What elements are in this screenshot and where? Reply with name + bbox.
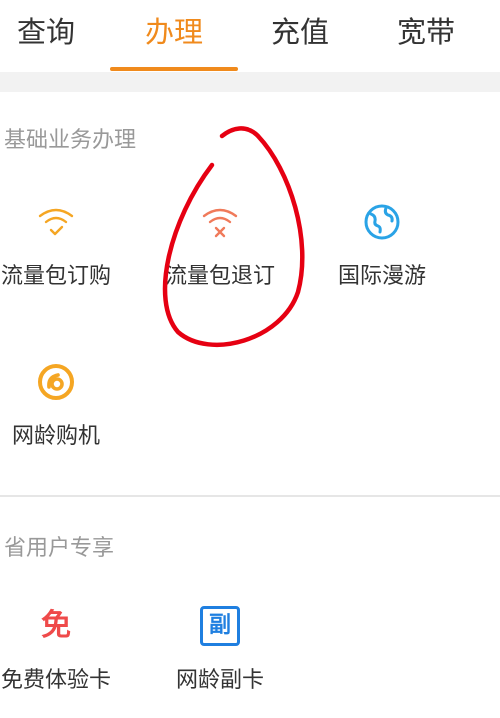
tab-broadband[interactable]: 宽带 [386,12,466,52]
grid-item-label: 流量包退订 [164,264,275,289]
section-title-basic: 基础业务办理 [4,128,137,153]
grid-item-label: 国际漫游 [337,264,426,289]
grid-item-label: 网龄购机 [11,424,100,449]
active-tab-indicator [110,67,238,71]
grid-item-label: 网龄副卡 [175,668,264,693]
secondary-card-icon: 副 [200,606,240,646]
section-title-exclusive: 省用户专享 [4,536,115,561]
section-divider [0,495,500,497]
tab-handle[interactable]: 办理 [134,12,214,52]
phone-age-icon [38,364,74,400]
tab-query[interactable]: 查询 [6,12,86,52]
section-spacer [0,72,500,92]
grid-item-label: 流量包订购 [0,264,111,289]
tab-recharge[interactable]: 充值 [260,12,340,52]
grid-item-label: 免费体验卡 [0,668,111,693]
wifi-cancel-icon [202,208,238,238]
free-card-icon: 免 [41,608,71,643]
globe-icon [364,204,400,240]
wifi-check-icon [38,208,74,236]
top-tab-bar: 查询 办理 充值 宽带 [0,0,500,72]
